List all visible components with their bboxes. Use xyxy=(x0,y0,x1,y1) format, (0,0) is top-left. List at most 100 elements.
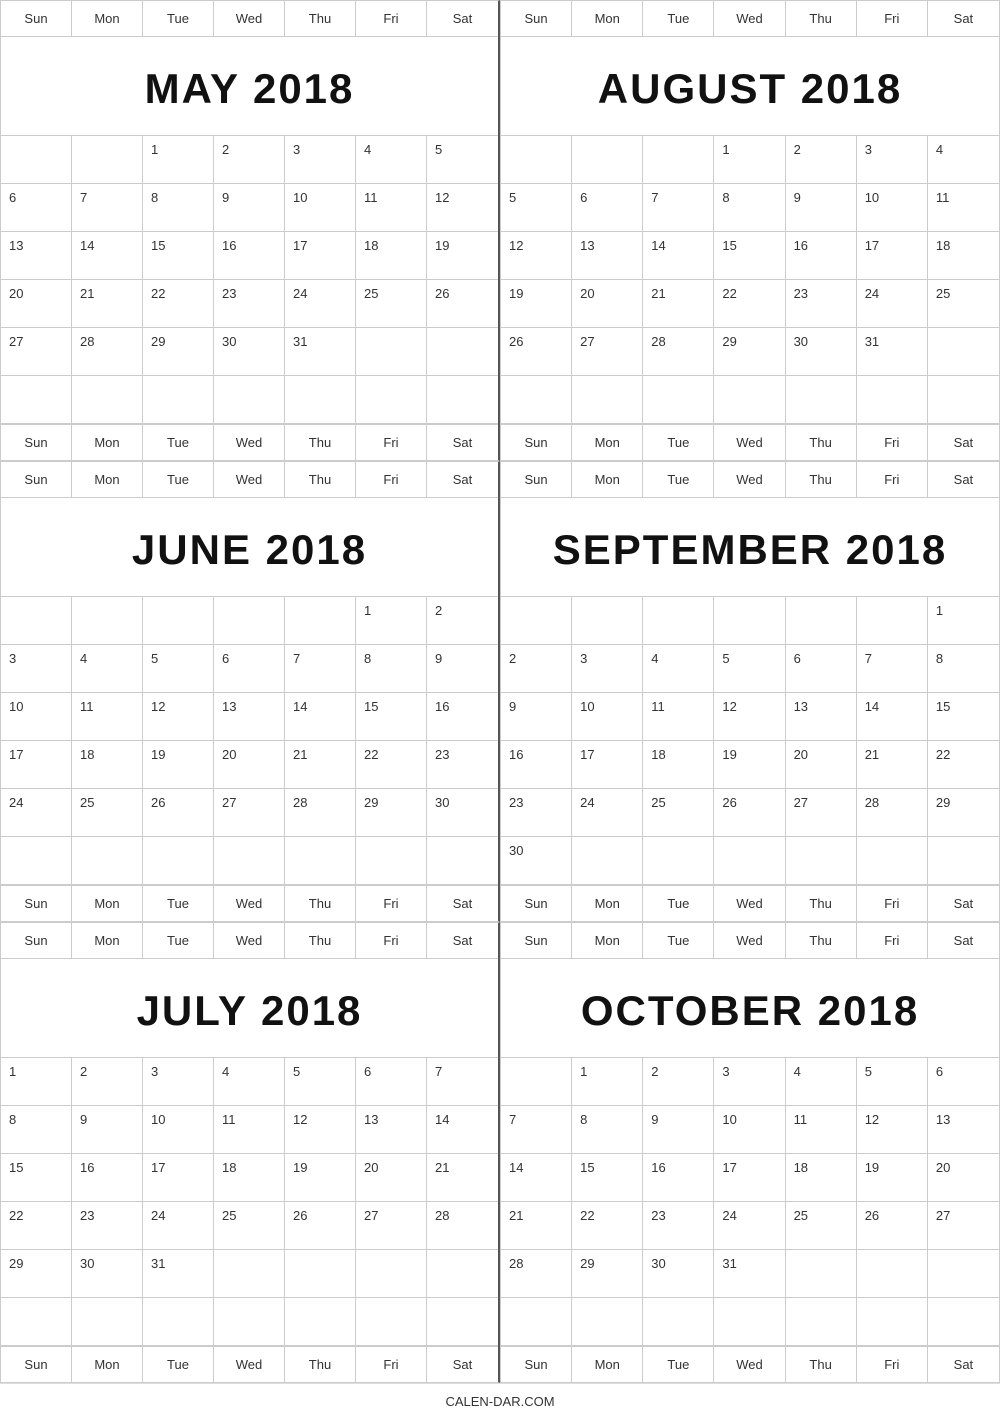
day-name-wed: Wed xyxy=(214,462,285,497)
cal-cell: 2 xyxy=(501,645,572,693)
cal-cell: 28 xyxy=(501,1250,572,1298)
cal-cell: 27 xyxy=(786,789,857,837)
cal-cell: 9 xyxy=(501,693,572,741)
day-name-fri: Fri xyxy=(857,462,928,497)
footer-day-name-tue: Tue xyxy=(643,425,714,460)
calendar-title: JUNE 2018 xyxy=(11,526,488,574)
cal-cell xyxy=(501,597,572,645)
cal-cell: 1 xyxy=(572,1058,643,1106)
cal-cell: 25 xyxy=(643,789,714,837)
cal-cell: 9 xyxy=(214,184,285,232)
cal-cell xyxy=(1,597,72,645)
footer-day-name-thu: Thu xyxy=(285,886,356,921)
cal-cell: 10 xyxy=(572,693,643,741)
cal-cell xyxy=(786,376,857,424)
cal-cell: 12 xyxy=(501,232,572,280)
cal-cell: 20 xyxy=(214,741,285,789)
day-name-tue: Tue xyxy=(143,923,214,958)
cal-cell xyxy=(928,328,999,376)
cal-cell: 22 xyxy=(143,280,214,328)
cal-cell xyxy=(1,1298,72,1346)
cal-cell: 21 xyxy=(501,1202,572,1250)
cal-cell: 16 xyxy=(214,232,285,280)
cal-cell: 2 xyxy=(786,136,857,184)
day-name-sat: Sat xyxy=(928,923,999,958)
footer-day-name-wed: Wed xyxy=(214,1347,285,1382)
cal-cell: 20 xyxy=(928,1154,999,1202)
cal-cell: 22 xyxy=(714,280,785,328)
cal-cell: 16 xyxy=(427,693,498,741)
cal-cell: 21 xyxy=(857,741,928,789)
calendar-october-2018: SunMonTueWedThuFriSatOCTOBER 2018 123456… xyxy=(500,922,1000,1383)
cal-cell: 26 xyxy=(427,280,498,328)
calendar-title: SEPTEMBER 2018 xyxy=(511,526,989,574)
footer-day-name-wed: Wed xyxy=(714,425,785,460)
cal-cell xyxy=(214,376,285,424)
day-name-thu: Thu xyxy=(786,923,857,958)
day-names-header: SunMonTueWedThuFriSat xyxy=(501,1,999,37)
cal-cell: 29 xyxy=(572,1250,643,1298)
day-name-fri: Fri xyxy=(356,923,427,958)
footer-day-name-thu: Thu xyxy=(285,1347,356,1382)
cal-cell: 23 xyxy=(72,1202,143,1250)
day-name-sat: Sat xyxy=(928,462,999,497)
cal-cell: 8 xyxy=(356,645,427,693)
footer-day-name-tue: Tue xyxy=(143,886,214,921)
footer-day-name-fri: Fri xyxy=(356,1347,427,1382)
cal-cell xyxy=(285,837,356,885)
cal-cell: 29 xyxy=(714,328,785,376)
cal-cell: 15 xyxy=(928,693,999,741)
cal-cell: 23 xyxy=(643,1202,714,1250)
cal-cell: 21 xyxy=(72,280,143,328)
footer-day-name-sun: Sun xyxy=(1,886,72,921)
footer-day-name-sat: Sat xyxy=(427,425,498,460)
cal-cell: 6 xyxy=(356,1058,427,1106)
calendar-title-section: SEPTEMBER 2018 xyxy=(501,498,999,597)
cal-cell: 29 xyxy=(143,328,214,376)
day-name-wed: Wed xyxy=(714,1,785,36)
footer-day-name-sun: Sun xyxy=(501,886,572,921)
cal-cell: 12 xyxy=(285,1106,356,1154)
cal-cell: 23 xyxy=(427,741,498,789)
cal-cell: 26 xyxy=(501,328,572,376)
day-name-sat: Sat xyxy=(427,462,498,497)
day-names-footer: SunMonTueWedThuFriSat xyxy=(501,885,999,921)
footer-day-name-wed: Wed xyxy=(214,886,285,921)
footer-day-name-wed: Wed xyxy=(714,1347,785,1382)
day-name-fri: Fri xyxy=(356,1,427,36)
cal-cell: 24 xyxy=(572,789,643,837)
cal-cell xyxy=(72,597,143,645)
cal-cell xyxy=(501,376,572,424)
cal-cell: 16 xyxy=(643,1154,714,1202)
footer-day-name-wed: Wed xyxy=(714,886,785,921)
cal-cell: 17 xyxy=(1,741,72,789)
footer-day-name-tue: Tue xyxy=(643,1347,714,1382)
cal-cell: 3 xyxy=(285,136,356,184)
cal-cell xyxy=(786,597,857,645)
cal-cell: 1 xyxy=(143,136,214,184)
day-name-mon: Mon xyxy=(572,923,643,958)
cal-cell: 31 xyxy=(714,1250,785,1298)
calendar-body: 1234567891011121314151617181920212223242… xyxy=(501,597,999,885)
cal-cell: 7 xyxy=(285,645,356,693)
calendar-september-2018: SunMonTueWedThuFriSatSEPTEMBER 2018 1234… xyxy=(500,461,1000,922)
cal-cell: 1 xyxy=(928,597,999,645)
day-name-mon: Mon xyxy=(72,462,143,497)
cal-cell xyxy=(501,136,572,184)
cal-cell xyxy=(285,376,356,424)
day-name-sun: Sun xyxy=(501,462,572,497)
calendar-june-2018: SunMonTueWedThuFriSatJUNE 2018 123456789… xyxy=(0,461,500,922)
cal-cell: 5 xyxy=(427,136,498,184)
cal-cell: 2 xyxy=(427,597,498,645)
cal-cell: 1 xyxy=(1,1058,72,1106)
footer-day-name-fri: Fri xyxy=(356,886,427,921)
day-name-tue: Tue xyxy=(143,462,214,497)
cal-cell xyxy=(214,1250,285,1298)
day-name-fri: Fri xyxy=(857,923,928,958)
day-name-tue: Tue xyxy=(643,462,714,497)
cal-cell xyxy=(714,837,785,885)
cal-cell: 25 xyxy=(786,1202,857,1250)
cal-cell: 29 xyxy=(1,1250,72,1298)
footer-day-name-sun: Sun xyxy=(501,425,572,460)
cal-cell: 13 xyxy=(356,1106,427,1154)
